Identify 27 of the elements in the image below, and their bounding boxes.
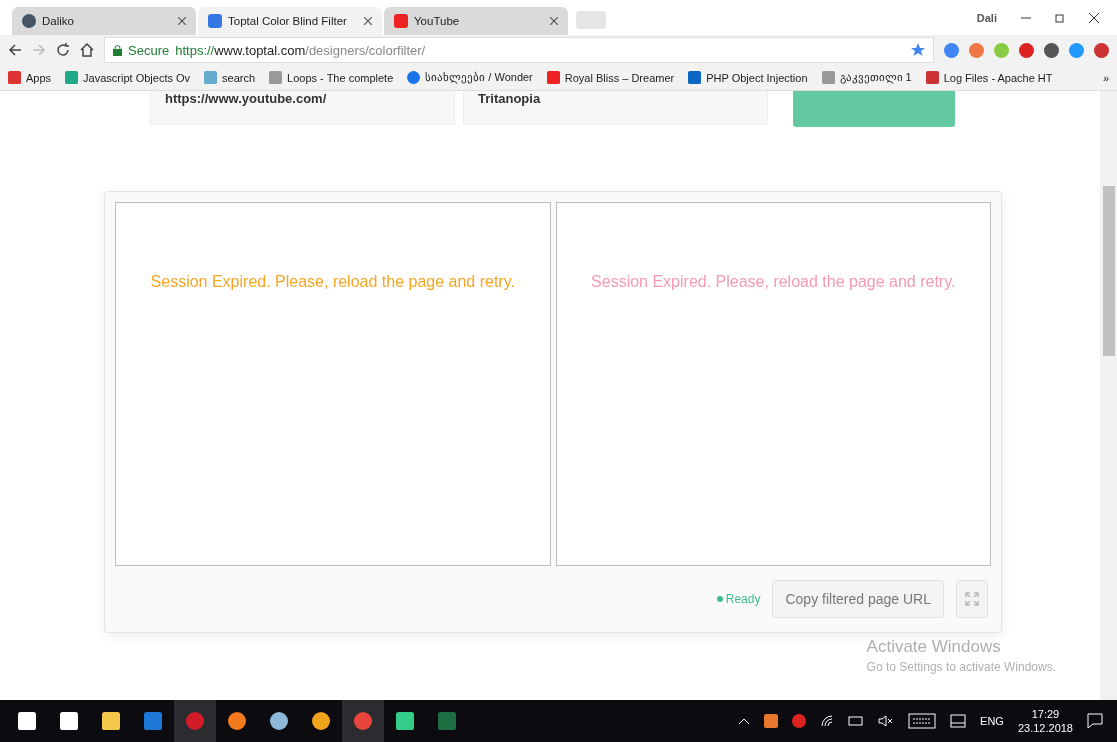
clock[interactable]: 17:29 23.12.2018 xyxy=(1017,708,1073,734)
browser-tab[interactable]: Toptal Color Blind Filter xyxy=(198,7,382,35)
bookmark-item[interactable]: search xyxy=(204,71,256,84)
browser-tab[interactable]: YouTube xyxy=(384,7,568,35)
bookmark-item[interactable]: PHP Object Injection xyxy=(688,71,808,84)
bookmark-item[interactable]: გაკვეთილი 1 xyxy=(821,71,912,84)
address-bar[interactable]: Secure https://www.toptal.com/designers/colorfilter/ xyxy=(104,37,934,63)
bookmark-item[interactable]: სიახლეები / Wonder xyxy=(407,71,533,84)
profile-name[interactable]: Dali xyxy=(976,11,997,24)
bookmark-item[interactable]: Loops - The complete xyxy=(269,71,394,84)
url-text: https://www.toptal.com/designers/colorfilter/ xyxy=(175,42,426,58)
filter-select[interactable]: Tritanopia xyxy=(463,91,768,125)
copy-url-button[interactable]: Copy filtered page URL xyxy=(772,580,944,618)
session-expired-message: Session Expired. Please, reload the page and retry. xyxy=(150,273,515,290)
bookmark-item[interactable]: Royal Bliss – Dreamer xyxy=(546,71,675,84)
url-input-field[interactable]: https://www.youtube.com/ xyxy=(150,91,455,125)
ready-status: Ready xyxy=(716,592,761,606)
bookmark-item[interactable]: Apps xyxy=(8,71,52,84)
session-expired-message: Session Expired. Please, reload the page and retry. xyxy=(591,273,956,290)
bookmark-item[interactable]: Javascript Objects Ov xyxy=(65,71,191,84)
more-bookmarks-button[interactable]: » xyxy=(1102,71,1109,84)
browser-tab[interactable]: Daliko xyxy=(12,7,196,35)
activation-title: Activate Windows xyxy=(866,637,1002,657)
bookmark-item[interactable]: Log Files - Apache HT xyxy=(925,71,1053,84)
secure-label: Secure xyxy=(128,42,170,58)
activation-hint: Go to Settings to activate Windows. xyxy=(866,660,1056,674)
language-indicator[interactable]: ENG xyxy=(980,715,1004,727)
